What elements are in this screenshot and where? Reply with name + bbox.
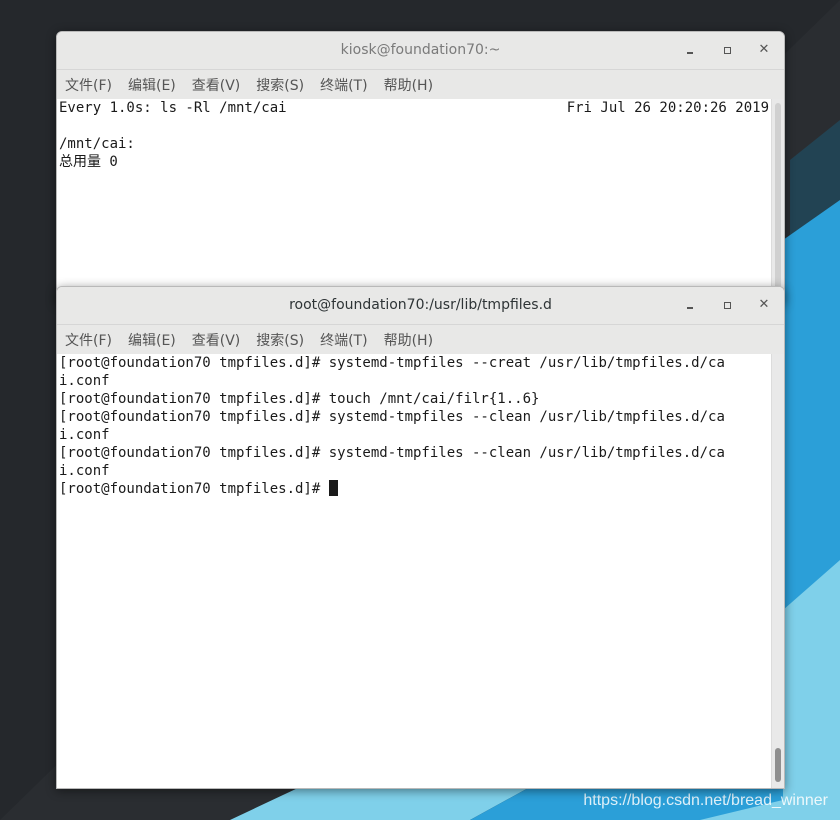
- menu-help[interactable]: 帮助(H): [384, 75, 433, 95]
- menubar: 文件(F) 编辑(E) 查看(V) 搜索(S) 终端(T) 帮助(H): [57, 325, 784, 355]
- menu-file[interactable]: 文件(F): [65, 330, 112, 350]
- terminal-line: /mnt/cai:: [59, 136, 135, 152]
- terminal-line: [root@foundation70 tmpfiles.d]# touch /m…: [59, 391, 540, 407]
- watch-header: Every 1.0s: ls -Rl /mnt/cai Fri Jul 26 2…: [59, 99, 771, 117]
- close-button[interactable]: ✕: [756, 297, 772, 313]
- scrollbar-thumb[interactable]: [775, 103, 781, 293]
- terminal-line: [root@foundation70 tmpfiles.d]# systemd-…: [59, 355, 725, 371]
- minimize-button[interactable]: [682, 297, 698, 313]
- menu-search[interactable]: 搜索(S): [256, 330, 304, 350]
- menu-help[interactable]: 帮助(H): [384, 330, 433, 350]
- menu-file[interactable]: 文件(F): [65, 75, 112, 95]
- terminal-window-watch[interactable]: kiosk@foundation70:~ ✕ 文件(F) 编辑(E) 查看(V)…: [56, 31, 785, 303]
- maximize-button[interactable]: [719, 297, 735, 313]
- menu-terminal[interactable]: 终端(T): [320, 330, 367, 350]
- scrollbar[interactable]: [771, 354, 784, 788]
- terminal-line: i.conf: [59, 427, 110, 443]
- menu-search[interactable]: 搜索(S): [256, 75, 304, 95]
- terminal-line: [root@foundation70 tmpfiles.d]# systemd-…: [59, 445, 725, 461]
- minimize-icon: [687, 52, 693, 54]
- minimize-button[interactable]: [682, 42, 698, 58]
- shell-prompt: [root@foundation70 tmpfiles.d]#: [59, 481, 329, 497]
- watch-command: Every 1.0s: ls -Rl /mnt/cai: [59, 100, 287, 116]
- terminal-line: [root@foundation70 tmpfiles.d]# systemd-…: [59, 409, 725, 425]
- terminal-line: i.conf: [59, 373, 110, 389]
- prompt-line[interactable]: [root@foundation70 tmpfiles.d]#: [59, 480, 771, 498]
- watermark-text: https://blog.csdn.net/bread_winner: [583, 792, 828, 809]
- menubar: 文件(F) 编辑(E) 查看(V) 搜索(S) 终端(T) 帮助(H): [57, 70, 784, 100]
- menu-view[interactable]: 查看(V): [192, 75, 241, 95]
- close-button[interactable]: ✕: [756, 42, 772, 58]
- scrollbar[interactable]: [771, 99, 784, 302]
- titlebar[interactable]: kiosk@foundation70:~ ✕: [57, 32, 784, 70]
- terminal-output[interactable]: Every 1.0s: ls -Rl /mnt/cai Fri Jul 26 2…: [57, 99, 771, 302]
- menu-view[interactable]: 查看(V): [192, 330, 241, 350]
- maximize-icon: [723, 46, 731, 54]
- window-title: root@foundation70:/usr/lib/tmpfiles.d: [289, 297, 552, 313]
- close-icon: ✕: [758, 42, 770, 57]
- watch-timestamp: Fri Jul 26 20:20:26 2019: [566, 100, 769, 116]
- window-title: kiosk@foundation70:~: [340, 42, 501, 58]
- terminal-output[interactable]: [root@foundation70 tmpfiles.d]# systemd-…: [57, 354, 771, 788]
- text-cursor: [328, 480, 338, 496]
- menu-edit[interactable]: 编辑(E): [128, 330, 176, 350]
- terminal-window-root[interactable]: root@foundation70:/usr/lib/tmpfiles.d ✕ …: [56, 286, 785, 789]
- maximize-button[interactable]: [719, 42, 735, 58]
- minimize-icon: [687, 307, 693, 309]
- scrollbar-thumb[interactable]: [775, 748, 781, 782]
- close-icon: ✕: [758, 297, 770, 312]
- terminal-line: 总用量 0: [59, 154, 118, 170]
- terminal-line: i.conf: [59, 463, 110, 479]
- titlebar[interactable]: root@foundation70:/usr/lib/tmpfiles.d ✕: [57, 287, 784, 325]
- menu-terminal[interactable]: 终端(T): [320, 75, 367, 95]
- maximize-icon: [723, 301, 731, 309]
- menu-edit[interactable]: 编辑(E): [128, 75, 176, 95]
